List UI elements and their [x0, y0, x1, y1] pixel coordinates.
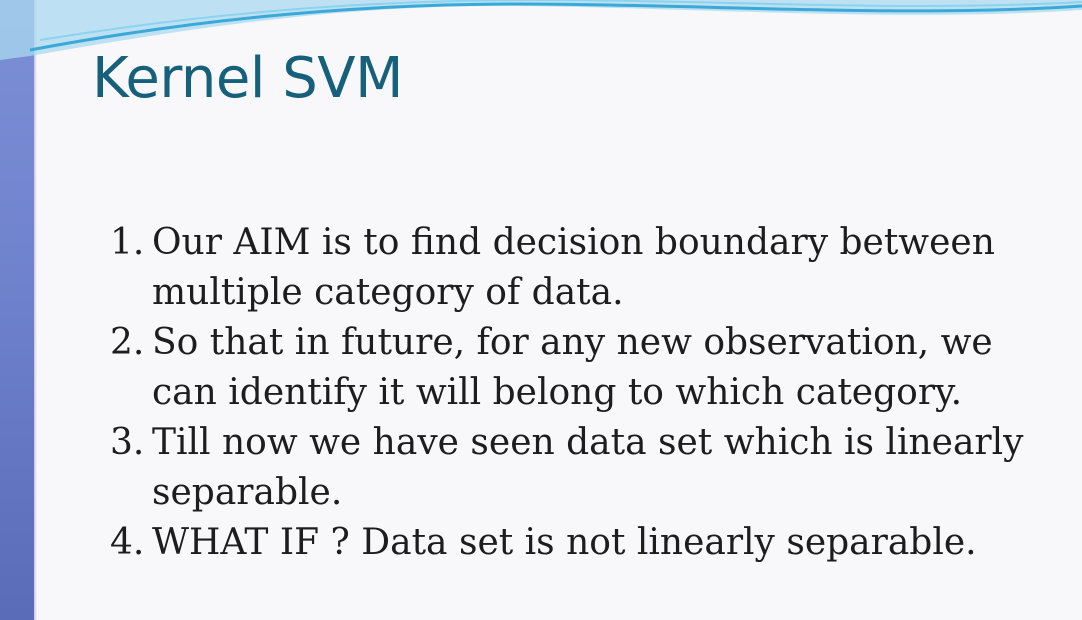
list-text: Till now we have seen data set which is … [152, 422, 1024, 513]
bullet-list: 1. Our AIM is to find decision boundary … [110, 218, 1060, 568]
slide-title: Kernel SVM [92, 46, 403, 111]
list-item: 2. So that in future, for any new observ… [110, 318, 1060, 418]
left-accent-bar [0, 0, 34, 620]
list-text: Our AIM is to find decision boundary bet… [152, 222, 995, 313]
list-item: 1. Our AIM is to find decision boundary … [110, 218, 1060, 318]
list-number: 1. [110, 222, 145, 263]
list-number: 3. [110, 422, 145, 463]
list-item: 4. WHAT IF ? Data set is not linearly se… [110, 518, 1060, 568]
left-accent-bar-shadow [34, 0, 37, 620]
slide: Kernel SVM 1. Our AIM is to find decisio… [0, 0, 1082, 620]
list-text: WHAT IF ? Data set is not linearly separ… [152, 522, 977, 563]
list-text: So that in future, for any new observati… [152, 322, 993, 413]
list-number: 2. [110, 322, 145, 363]
list-number: 4. [110, 522, 145, 563]
list-item: 3. Till now we have seen data set which … [110, 418, 1060, 518]
